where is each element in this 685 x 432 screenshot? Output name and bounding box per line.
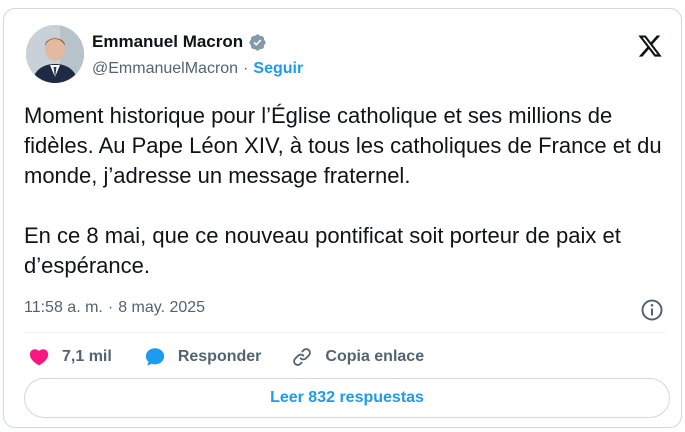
copy-link-button[interactable]: Copia enlace <box>291 346 424 368</box>
heart-icon <box>29 349 49 366</box>
handle-separator: · <box>243 60 249 77</box>
tweet-paragraph: Moment historique pour l’Église catholiq… <box>24 103 662 188</box>
like-count: 7,1 mil <box>62 348 112 365</box>
like-button[interactable]: 7,1 mil <box>28 346 112 368</box>
tweet-timestamp[interactable]: 11:58 a. m. · 8 may. 2025 <box>24 299 205 317</box>
tweet-time: 11:58 a. m. <box>24 299 103 316</box>
reply-label: Responder <box>177 348 262 365</box>
x-logo-icon[interactable] <box>637 33 663 59</box>
copy-link-label: Copia enlace <box>325 348 425 365</box>
author-name-row: Emmanuel Macron <box>92 32 267 52</box>
verified-badge-icon <box>249 33 266 51</box>
reply-button[interactable]: Responder <box>144 346 262 368</box>
reply-bubble-icon <box>145 348 164 366</box>
avatar[interactable] <box>26 25 84 83</box>
timestamp-separator: · <box>107 299 114 316</box>
tweet-paragraph: En ce 8 mai, que ce nouveau pontificat s… <box>24 223 621 278</box>
info-icon[interactable] <box>640 298 664 322</box>
tweet-text: Moment historique pour l’Église catholiq… <box>24 101 664 281</box>
tweet-card: Emmanuel Macron @EmmanuelMacron · Seguir… <box>3 8 682 428</box>
link-icon <box>293 348 312 366</box>
read-replies-button[interactable]: Leer 832 respuestas <box>24 378 670 418</box>
author-handle-row: @EmmanuelMacron · Seguir <box>92 60 303 78</box>
author-name[interactable]: Emmanuel Macron <box>92 32 243 52</box>
tweet-date: 8 may. 2025 <box>118 299 206 316</box>
follow-button[interactable]: Seguir <box>253 60 303 78</box>
divider <box>24 332 666 333</box>
author-handle[interactable]: @EmmanuelMacron <box>92 60 238 78</box>
avatar-photo <box>26 25 84 83</box>
read-replies-label: Leer 832 respuestas <box>270 389 424 406</box>
action-bar: 7,1 mil Responder Copia enlace <box>28 346 424 368</box>
